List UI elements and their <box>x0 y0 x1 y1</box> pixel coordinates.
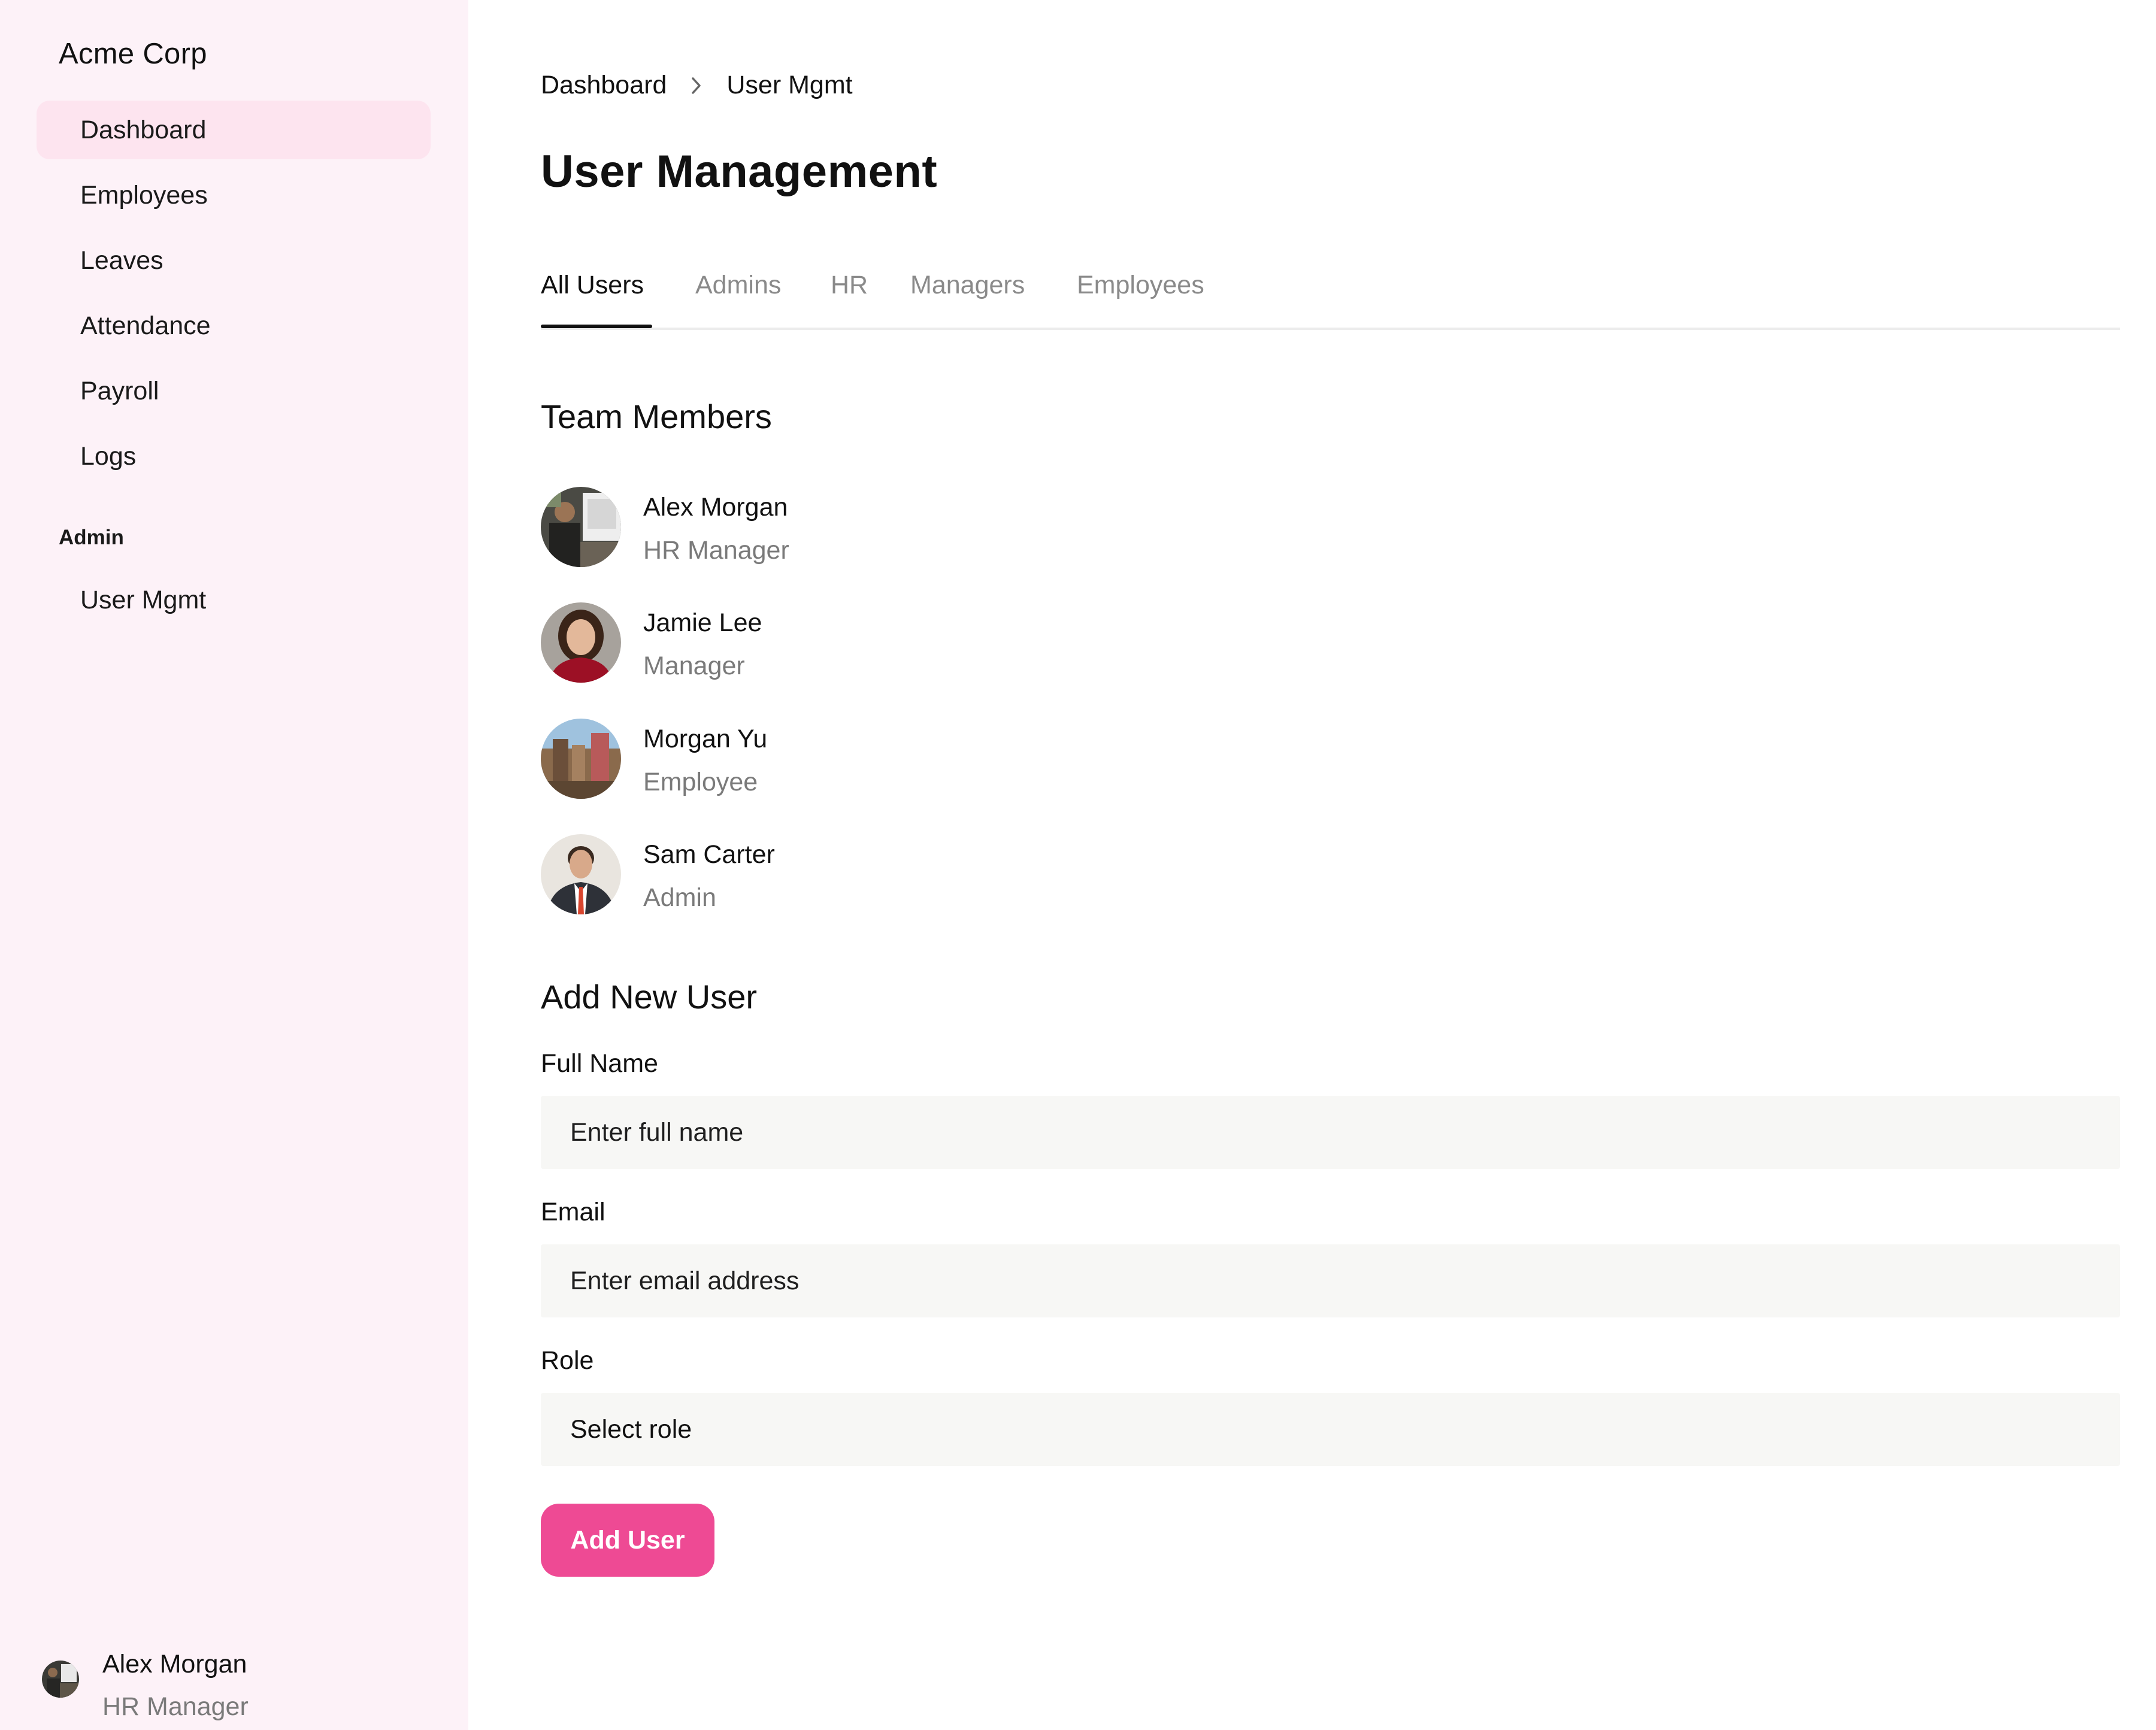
sidebar-item-user-mgmt[interactable]: User Mgmt <box>37 571 431 629</box>
avatar <box>541 487 621 567</box>
sidebar-section-admin: Admin <box>59 526 124 549</box>
breadcrumb-current: User Mgmt <box>726 71 853 99</box>
tab-all-users[interactable]: All Users <box>541 271 644 300</box>
tab-hr[interactable]: HR <box>831 271 868 300</box>
role-select-value: Select role <box>570 1415 692 1444</box>
member-name: Alex Morgan <box>643 493 788 522</box>
member-role: Manager <box>643 652 745 680</box>
list-item[interactable]: Alex Morgan HR Manager <box>541 487 1080 571</box>
sidebar-item-label: Dashboard <box>80 116 207 144</box>
role-select[interactable]: Select role <box>541 1393 2120 1466</box>
tab-employees[interactable]: Employees <box>1077 271 1204 300</box>
member-role: Admin <box>643 883 716 912</box>
member-name: Jamie Lee <box>643 608 762 637</box>
list-item[interactable]: Jamie Lee Manager <box>541 602 1080 686</box>
main-content: Dashboard User Mgmt User Management All … <box>541 0 2120 1730</box>
sidebar-item-logs[interactable]: Logs <box>37 427 431 486</box>
brand-name: Acme Corp <box>59 38 207 70</box>
avatar <box>541 602 621 683</box>
sidebar-item-label: Attendance <box>80 311 211 340</box>
user-tabs: All Users Admins HR Managers Employees <box>541 266 2120 330</box>
sidebar-item-employees[interactable]: Employees <box>37 166 431 225</box>
full-name-label: Full Name <box>541 1049 658 1078</box>
member-role: Employee <box>643 768 758 796</box>
sidebar-item-dashboard[interactable]: Dashboard <box>37 101 431 159</box>
role-label: Role <box>541 1346 594 1375</box>
sidebar: Acme Corp Dashboard Employees Leaves Att… <box>0 0 468 1730</box>
active-tab-indicator <box>541 325 652 328</box>
sidebar-item-label: Leaves <box>80 246 163 275</box>
sidebar-item-label: Logs <box>80 442 137 471</box>
member-name: Sam Carter <box>643 840 775 869</box>
chevron-right-icon <box>667 75 726 96</box>
sidebar-item-label: Employees <box>80 181 208 210</box>
tab-admins[interactable]: Admins <box>695 271 781 300</box>
sidebar-item-payroll[interactable]: Payroll <box>37 362 431 420</box>
breadcrumb-dashboard-link[interactable]: Dashboard <box>541 71 667 100</box>
add-user-heading: Add New User <box>541 978 758 1016</box>
profile-role: HR Manager <box>102 1692 249 1721</box>
list-item[interactable]: Morgan Yu Employee <box>541 719 1080 802</box>
email-label: Email <box>541 1198 605 1226</box>
member-name: Morgan Yu <box>643 725 768 753</box>
list-item[interactable]: Sam Carter Admin <box>541 834 1080 918</box>
email-field[interactable] <box>541 1244 2120 1317</box>
breadcrumb: Dashboard User Mgmt <box>541 71 853 100</box>
sidebar-item-attendance[interactable]: Attendance <box>37 296 431 355</box>
add-user-button[interactable]: Add User <box>541 1504 714 1577</box>
sidebar-item-leaves[interactable]: Leaves <box>37 231 431 290</box>
full-name-field[interactable] <box>541 1096 2120 1169</box>
page-title: User Management <box>541 146 938 197</box>
avatar <box>541 834 621 914</box>
tab-managers[interactable]: Managers <box>910 271 1025 300</box>
profile-name: Alex Morgan <box>102 1650 247 1679</box>
sidebar-item-label: Payroll <box>80 377 159 405</box>
sidebar-item-label: User Mgmt <box>80 586 207 614</box>
member-role: HR Manager <box>643 536 789 565</box>
avatar <box>541 719 621 799</box>
team-members-heading: Team Members <box>541 398 772 435</box>
avatar <box>42 1661 79 1698</box>
